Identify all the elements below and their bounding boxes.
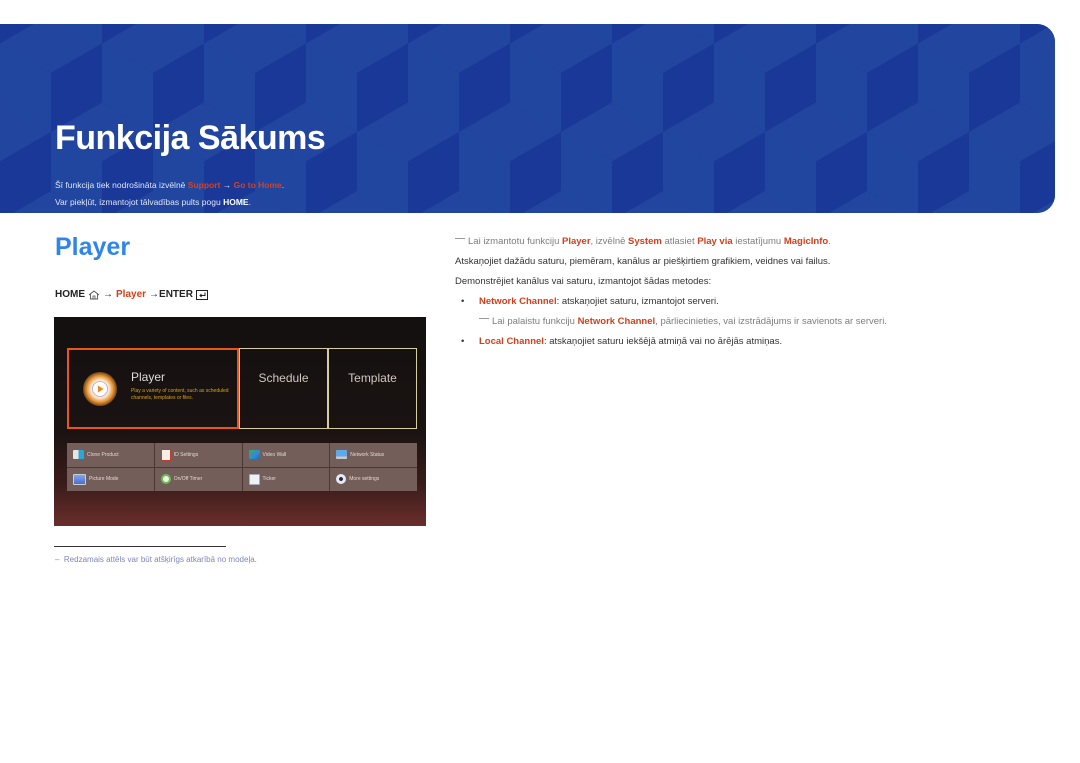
grid-item-id-settings[interactable]: ID Settings [154, 443, 242, 467]
video-wall-icon [248, 450, 260, 460]
tile-player-description: Play a variety of content, such as sched… [131, 388, 229, 401]
settings-grid: Clone Product ID Settings Video Wall Net… [67, 443, 417, 491]
enter-icon [195, 289, 208, 300]
home-icon [88, 289, 100, 299]
more-settings-icon [336, 474, 347, 485]
footnote: – Redzamais attēls var būt atšķirīgs atk… [55, 555, 257, 564]
ticker-icon [248, 473, 260, 485]
grid-item-clone-product[interactable]: Clone Product [67, 443, 154, 467]
page-title: Funkcija Sākums [55, 119, 326, 157]
tile-player[interactable]: Player Play a variety of content, such a… [67, 348, 239, 429]
tile-player-title: Player [131, 370, 166, 384]
grid-item-picture-mode[interactable]: Picture Mode [67, 467, 154, 491]
paragraph-methods: Demonstrējiet kanālus vai saturu, izmant… [455, 276, 712, 287]
tile-template-title: Template [348, 371, 397, 385]
navigation-path: HOME → Player →ENTER [55, 289, 208, 300]
footnote-divider [54, 546, 226, 547]
banner-line-remote: Var piekļūt, izmantojot tālvadības pults… [55, 197, 251, 207]
path-player: Player [116, 289, 147, 300]
note-network-channel: Lai palaistu funkciju Network Channel, p… [479, 316, 887, 327]
bullet-local-channel: • Local Channel: atskaņojiet saturu iekšē… [455, 336, 782, 347]
menu-go-to-home: Go to Home [233, 180, 282, 190]
menu-support: Support [187, 180, 221, 190]
picture-mode-icon [73, 473, 86, 485]
home-screen-screenshot: Player Play a variety of content, such a… [54, 317, 426, 526]
section-title: Player [55, 233, 131, 261]
note-dash [479, 318, 489, 319]
grid-item-ticker[interactable]: Ticker [242, 467, 330, 491]
grid-item-more-settings[interactable]: More settings [330, 467, 417, 491]
bullet-dot: • [461, 296, 465, 307]
footnote-dash: – [55, 555, 64, 564]
bullet-network-channel: • Network Channel: atskaņojiet saturu, iz… [455, 296, 719, 307]
bullet-dot: • [461, 336, 465, 347]
grid-item-on-off-timer[interactable]: On/Off Timer [154, 467, 242, 491]
grid-item-network-status[interactable]: Network Status [330, 443, 417, 467]
clone-product-icon [73, 450, 84, 460]
tile-template[interactable]: Template [328, 348, 417, 429]
note-dash [455, 238, 465, 239]
home-key: HOME [223, 197, 249, 207]
on-off-timer-icon [160, 474, 171, 485]
play-icon [83, 372, 117, 406]
network-status-icon [336, 450, 348, 460]
banner-line-menu-path: Šī funkcija tiek nodrošināta izvēlnē Sup… [55, 180, 285, 190]
header-banner: Funkcija Sākums Šī funkcija tiek nodroši… [0, 24, 1055, 213]
note-magicinfo: Lai izmantotu funkciju Player, izvēlnē S… [455, 236, 831, 247]
id-settings-icon [160, 448, 171, 461]
paragraph-intro: Atskaņojiet dažādu saturu, piemēram, kan… [455, 256, 831, 267]
grid-item-video-wall[interactable]: Video Wall [242, 443, 330, 467]
tile-schedule[interactable]: Schedule [239, 348, 328, 429]
tile-schedule-title: Schedule [258, 371, 309, 385]
